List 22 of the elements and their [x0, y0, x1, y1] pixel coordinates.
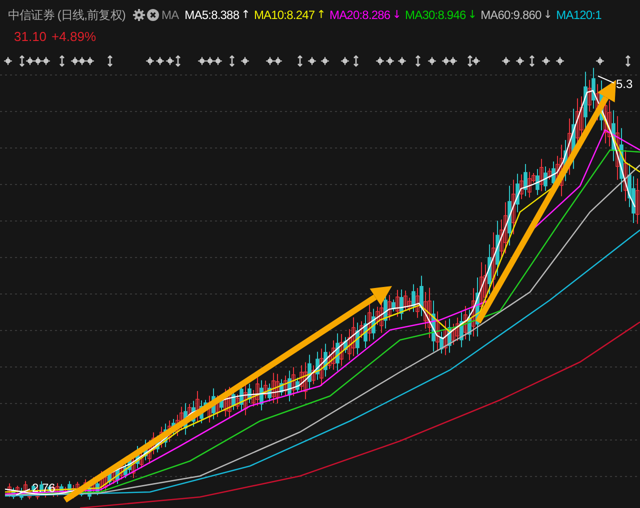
- chart-title: 中信证券 (日线,前复权): [8, 7, 126, 24]
- price-change: +4.89%: [52, 28, 96, 46]
- leader-line: [16, 488, 30, 496]
- low-price-label: 2.76: [32, 481, 56, 495]
- indicator-name: MA: [161, 7, 179, 24]
- ma-value: MA60:9.860: [480, 7, 542, 24]
- trend-arrow-sign: ↑: [241, 6, 250, 23]
- trend-arrow-sign: ↓: [392, 6, 402, 23]
- event-markers-drawing[interactable]: [4, 55, 631, 67]
- ma-value: MA20:8.286: [329, 7, 390, 24]
- ma-value: MA10:8.247: [254, 7, 315, 24]
- ma-value: MA120:1: [556, 7, 602, 24]
- close-icon[interactable]: [147, 9, 160, 21]
- trend-arrow-sign: ↓: [543, 6, 552, 23]
- ma-value: MA30:8.946: [405, 7, 466, 24]
- high-price-label: 5.3: [616, 77, 633, 91]
- ma-value: MA5:8.388: [184, 7, 240, 24]
- leader-line: [598, 76, 614, 84]
- price-value: 31.10: [14, 28, 47, 46]
- trend-arrow-sign: ↑: [316, 6, 326, 23]
- settings-icon[interactable]: [133, 9, 146, 21]
- trend-arrow-sign: ↓: [468, 6, 477, 23]
